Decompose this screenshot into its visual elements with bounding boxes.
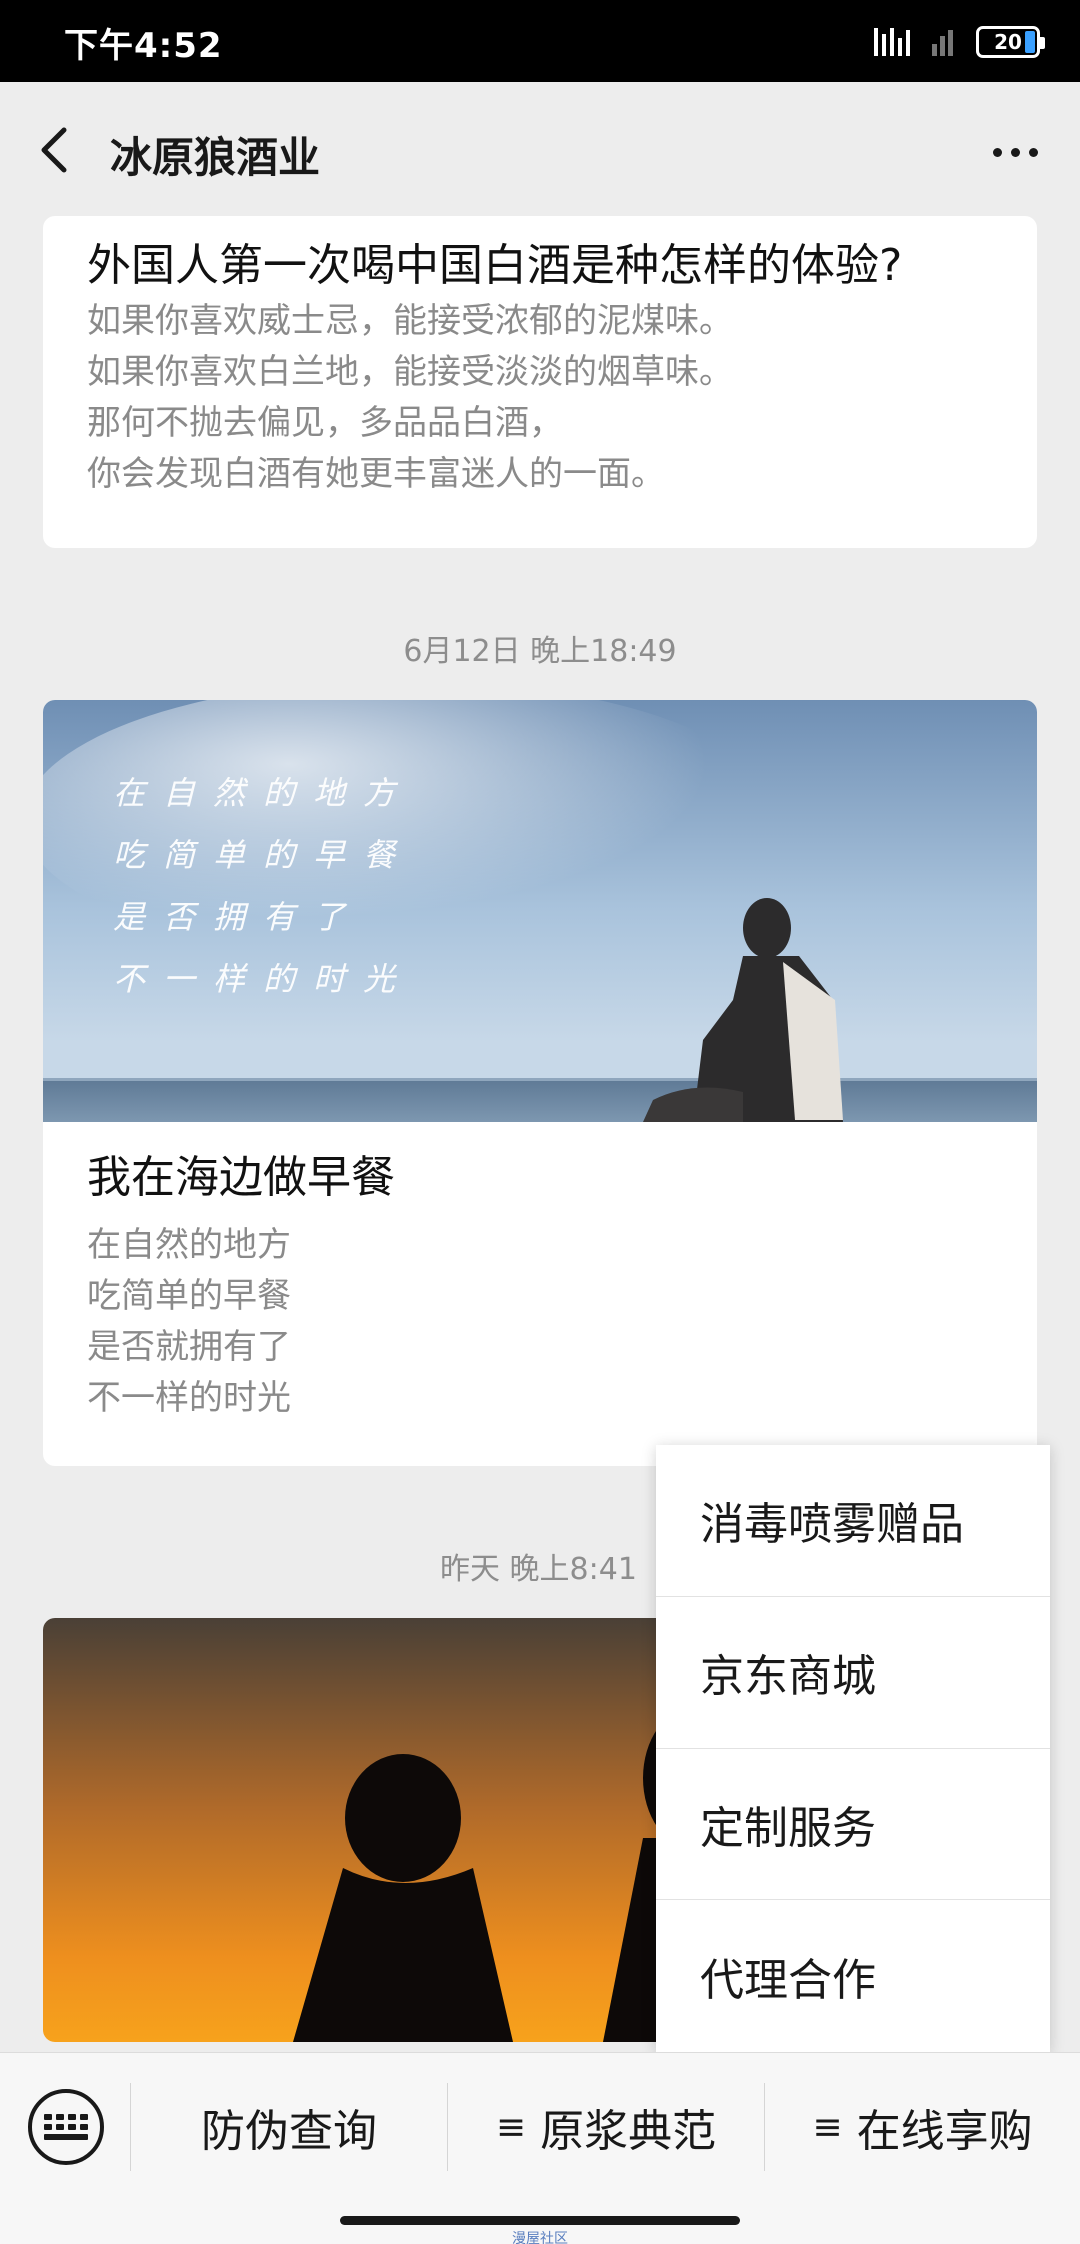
hamburger-icon: ≡ xyxy=(812,2106,843,2148)
cover-caption-line: 在自然的地方 xyxy=(113,774,414,812)
desc-line: 在自然的地方 xyxy=(87,1225,291,1265)
keyboard-toggle-button[interactable] xyxy=(28,2089,104,2165)
menu-original-classic[interactable]: ≡ 原浆典范 xyxy=(448,2083,764,2171)
article-title: 外国人第一次喝中国白酒是种怎样的体验? xyxy=(87,240,903,291)
article-title: 我在海边做早餐 xyxy=(87,1152,395,1203)
watermark: 漫屋社区 xyxy=(512,2231,568,2244)
popup-item-jd-mall[interactable]: 京东商城 xyxy=(656,1597,1050,1749)
more-dots-icon xyxy=(992,147,1002,157)
menu-label: 防伪查询 xyxy=(201,2106,377,2157)
cover-caption: 在自然的地方 吃简单的早餐 是否拥有了 不一样的时光 xyxy=(113,762,413,1010)
back-button[interactable] xyxy=(30,120,90,180)
chevron-left-icon xyxy=(41,127,67,173)
status-bar: 下午4:52 20 xyxy=(0,0,1080,82)
message-timestamp: 6月12日 晚上18:49 xyxy=(403,634,677,669)
more-button[interactable] xyxy=(980,122,1050,182)
menu-online-shop[interactable]: ≡ 在线享购 xyxy=(765,2083,1080,2171)
desc-line: 吃简单的早餐 xyxy=(87,1276,291,1316)
desc-line: 是否就拥有了 xyxy=(87,1327,291,1367)
cover-caption-line: 不一样的时光 xyxy=(113,960,414,998)
page-title: 冰原狼酒业 xyxy=(110,133,321,182)
signal-icon xyxy=(932,30,953,56)
popup-item-disinfectant-gift[interactable]: 消毒喷雾赠品 xyxy=(656,1445,1050,1597)
article-card[interactable]: 外国人第一次喝中国白酒是种怎样的体验? 如果你喜欢威士忌，能接受浓郁的泥煤味。 … xyxy=(43,216,1037,548)
desc-line: 如果你喜欢白兰地，能接受淡淡的烟草味。 xyxy=(87,352,733,392)
battery-icon: 20 xyxy=(976,26,1045,58)
article-card[interactable]: 在自然的地方 吃简单的早餐 是否拥有了 不一样的时光 我在海边做早餐 在自然的地… xyxy=(43,700,1037,1466)
keyboard-icon xyxy=(44,2114,88,2140)
desc-line: 那何不抛去偏见，多品品白酒， xyxy=(87,403,563,443)
home-indicator[interactable] xyxy=(340,2216,740,2225)
popup-item-agency[interactable]: 代理合作 xyxy=(656,1900,1050,2052)
desc-line: 你会发现白酒有她更丰富迷人的一面。 xyxy=(87,454,665,494)
menu-label: 原浆典范 xyxy=(540,2106,717,2157)
network-speed-icon xyxy=(874,28,910,56)
article-cover-image: 在自然的地方 吃简单的早餐 是否拥有了 不一样的时光 xyxy=(43,700,1037,1122)
status-time: 下午4:52 xyxy=(64,26,223,66)
desc-line: 如果你喜欢威士忌，能接受浓郁的泥煤味。 xyxy=(87,301,733,341)
cover-caption-line: 吃简单的早餐 xyxy=(113,836,414,874)
battery-level: 20 xyxy=(994,30,1022,54)
article-desc: 如果你喜欢威士忌，能接受浓郁的泥煤味。 如果你喜欢白兰地，能接受淡淡的烟草味。 … xyxy=(87,296,733,500)
status-icons: 20 xyxy=(872,22,1045,62)
nav-bar: 冰原狼酒业 xyxy=(0,82,1080,216)
desc-line: 不一样的时光 xyxy=(87,1378,291,1418)
menu-anti-counterfeit[interactable]: 防伪查询 xyxy=(131,2083,447,2171)
hamburger-icon: ≡ xyxy=(495,2106,527,2148)
menu-label: 在线享购 xyxy=(856,2106,1033,2157)
cover-caption-line: 是否拥有了 xyxy=(113,898,364,936)
article-desc: 在自然的地方 吃简单的早餐 是否就拥有了 不一样的时光 xyxy=(87,1220,291,1424)
popup-item-custom-service[interactable]: 定制服务 xyxy=(656,1749,1050,1901)
popup-menu: 消毒喷雾赠品 京东商城 定制服务 代理合作 xyxy=(656,1445,1050,2052)
